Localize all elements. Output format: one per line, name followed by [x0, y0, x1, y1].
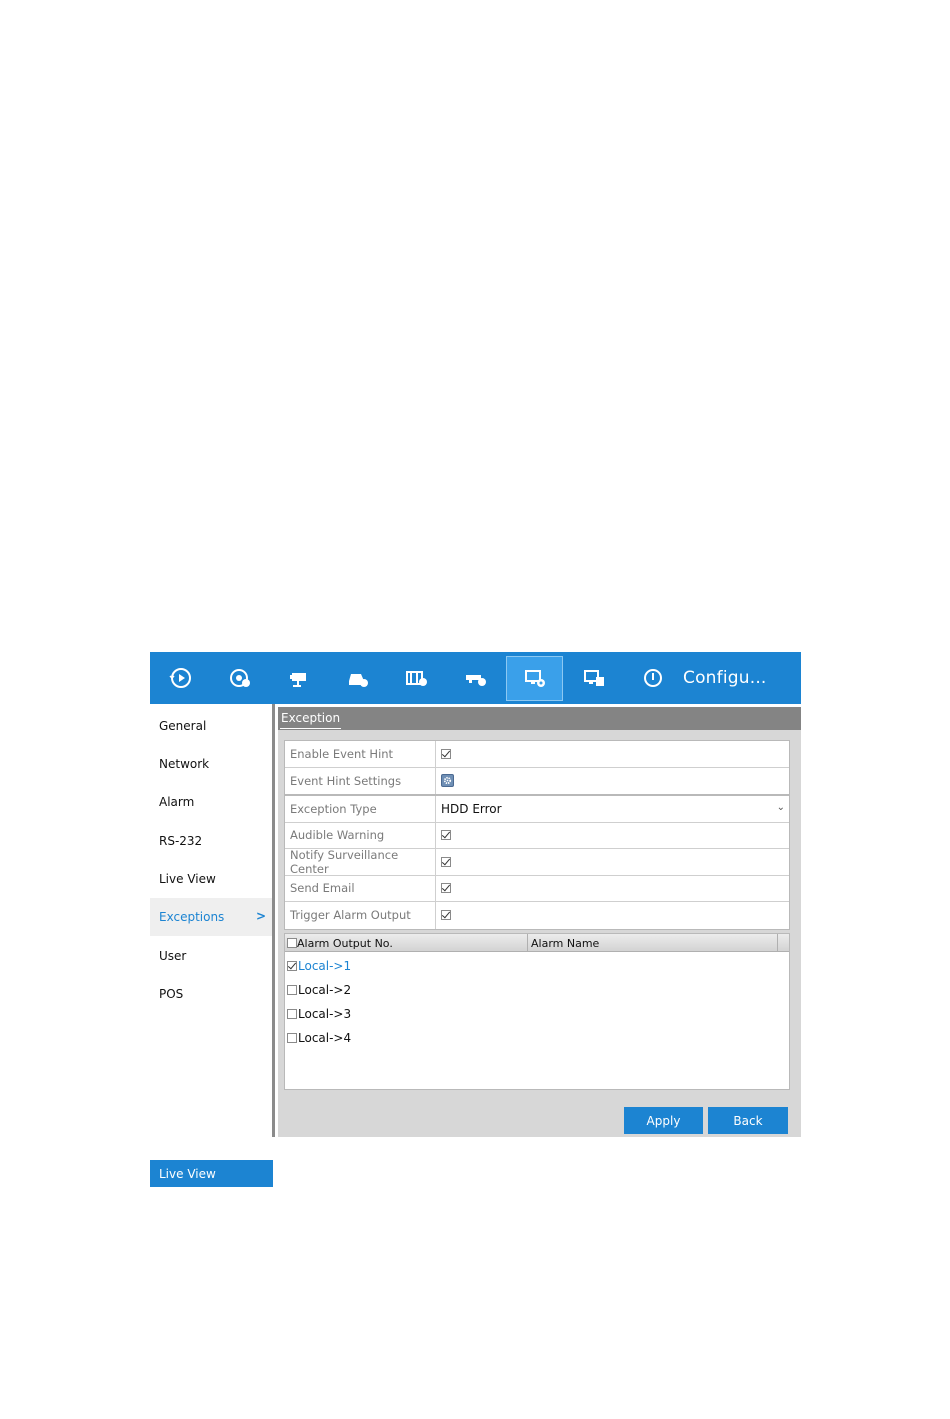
- record-icon: [229, 669, 250, 687]
- sidebar-item-label: Alarm: [159, 795, 195, 809]
- sidebar-item-label: Network: [159, 757, 210, 771]
- alarm-output-table: Alarm Output No. Alarm Name Local->1 Loc…: [284, 933, 790, 1090]
- column-header-alarm-name: Alarm Name: [528, 934, 778, 952]
- column-header-alarm-output-no: Alarm Output No.: [285, 934, 528, 952]
- page-title: Configu...: [683, 668, 767, 688]
- camera-icon: [289, 673, 306, 687]
- enable-event-hint-checkbox[interactable]: [441, 748, 451, 759]
- playback-icon: [168, 668, 191, 688]
- sidebar-item-exceptions[interactable]: Exceptions >: [150, 898, 272, 936]
- top-toolbar: Configu...: [150, 652, 801, 704]
- sidebar-item-label: RS-232: [159, 834, 203, 848]
- panel-header: Exception: [278, 707, 801, 730]
- send-email-checkbox[interactable]: [441, 883, 451, 894]
- table-row[interactable]: Local->1: [287, 956, 351, 976]
- sidebar-item-label: Exceptions: [159, 910, 225, 924]
- sidebar-item-label: General: [159, 719, 207, 733]
- live-view-label: Live View: [159, 1166, 216, 1181]
- hdd-icon: [348, 674, 368, 687]
- event-hint-settings-row: Event Hint Settings: [285, 767, 789, 794]
- exception-type-label: Exception Type: [285, 796, 436, 822]
- exception-type-value: HDD Error: [441, 801, 502, 816]
- shutdown-button[interactable]: [624, 656, 681, 701]
- table-header: Alarm Output No. Alarm Name: [285, 934, 789, 952]
- apply-button[interactable]: Apply: [624, 1107, 703, 1134]
- shutdown-icon: [643, 669, 662, 687]
- notify-center-checkbox[interactable]: [441, 856, 451, 867]
- sidebar-item-label: User: [159, 949, 187, 963]
- sidebar-item-pos[interactable]: POS: [150, 975, 272, 1013]
- live-view-button[interactable]: Live View: [150, 1160, 273, 1187]
- column-header-label: Alarm Output No.: [297, 936, 393, 950]
- notify-center-row: Notify Surveillance Center: [285, 848, 789, 876]
- event-hint-settings-button[interactable]: [441, 774, 454, 788]
- configuration-window: Configu... General Network Alarm RS-232 …: [150, 652, 801, 1187]
- sidebar-item-rs232[interactable]: RS-232: [150, 822, 272, 860]
- table-row[interactable]: Local->3: [287, 1004, 351, 1024]
- sidebar-item-network[interactable]: Network: [150, 745, 272, 783]
- trigger-alarm-label: Trigger Alarm Output: [285, 902, 436, 929]
- column-header-label: Alarm Name: [531, 936, 600, 950]
- video-settings-icon: [405, 671, 427, 686]
- send-email-row: Send Email: [285, 875, 789, 902]
- event-hint-settings-label: Event Hint Settings: [285, 767, 436, 794]
- video-settings-button[interactable]: [388, 656, 445, 701]
- back-button[interactable]: Back: [708, 1107, 788, 1134]
- alarm-output-no: Local->2: [298, 983, 352, 997]
- maintenance-button[interactable]: [565, 656, 622, 701]
- trigger-alarm-row: Trigger Alarm Output: [285, 902, 789, 929]
- audible-warning-checkbox[interactable]: [441, 830, 451, 841]
- maintenance-icon: [583, 670, 604, 686]
- chevron-down-icon: ⌄: [776, 802, 785, 813]
- audible-warning-row: Audible Warning: [285, 822, 789, 849]
- sidebar: General Network Alarm RS-232 Live View E…: [150, 704, 275, 1187]
- sidebar-item-general[interactable]: General: [150, 707, 272, 745]
- exception-panel: Exception Enable Event Hint Event Hint S…: [278, 707, 801, 1137]
- table-row[interactable]: Local->4: [287, 1028, 351, 1048]
- sidebar-item-label: POS: [159, 987, 184, 1001]
- configuration-button[interactable]: [506, 655, 563, 701]
- exception-type-select[interactable]: HDD Error ⌄: [436, 796, 789, 822]
- configuration-icon: [524, 670, 545, 687]
- alarm-output-no: Local->4: [298, 1031, 352, 1045]
- tab-exception[interactable]: Exception: [280, 710, 342, 729]
- select-all-checkbox[interactable]: [287, 938, 297, 948]
- alarm-output-no: Local->3: [298, 1007, 352, 1021]
- hdd-button[interactable]: [329, 656, 386, 701]
- enable-event-hint-label: Enable Event Hint: [285, 741, 436, 767]
- exception-settings-group: Exception Type HDD Error ⌄ Audible Warni…: [284, 795, 790, 930]
- table-scrollbar[interactable]: [778, 934, 789, 952]
- camera-button[interactable]: [270, 656, 327, 701]
- network-camera-icon: [465, 675, 486, 686]
- trigger-alarm-checkbox[interactable]: [441, 910, 451, 921]
- sidebar-item-label: Live View: [159, 872, 216, 886]
- sidebar-item-user[interactable]: User: [150, 937, 272, 975]
- enable-event-hint-row: Enable Event Hint: [285, 741, 789, 768]
- row-checkbox[interactable]: [287, 961, 297, 971]
- record-button[interactable]: [211, 656, 268, 701]
- sidebar-item-live-view[interactable]: Live View: [150, 860, 272, 898]
- apply-label: Apply: [646, 1113, 681, 1128]
- event-hint-group: Enable Event Hint Event Hint Settings: [284, 740, 790, 795]
- table-row[interactable]: Local->2: [287, 980, 351, 1000]
- back-label: Back: [733, 1113, 763, 1128]
- alarm-output-no: Local->1: [298, 959, 352, 973]
- sidebar-item-alarm[interactable]: Alarm: [150, 783, 272, 821]
- network-camera-button[interactable]: [447, 656, 504, 701]
- send-email-label: Send Email: [285, 875, 436, 901]
- gear-icon: [443, 777, 452, 785]
- chevron-right-icon: >: [255, 909, 266, 923]
- audible-warning-label: Audible Warning: [285, 822, 436, 848]
- notify-center-label: Notify Surveillance Center: [285, 848, 436, 876]
- row-checkbox[interactable]: [287, 1033, 297, 1043]
- row-checkbox[interactable]: [287, 985, 297, 995]
- playback-button[interactable]: [152, 656, 209, 701]
- row-checkbox[interactable]: [287, 1009, 297, 1019]
- exception-type-row: Exception Type HDD Error ⌄: [285, 796, 789, 823]
